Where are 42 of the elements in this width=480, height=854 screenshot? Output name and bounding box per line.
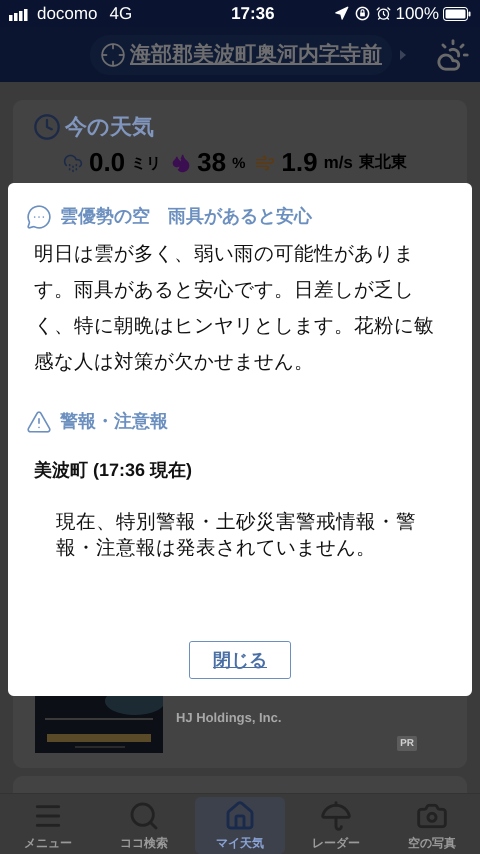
rain-unit: ミリ bbox=[131, 154, 162, 174]
warnings-message: 現在、特別警報・土砂災害警戒情報・警報・注意報は発表されていません。 bbox=[56, 510, 417, 561]
card-title: 今の天気 bbox=[65, 113, 154, 141]
search-icon bbox=[128, 800, 160, 832]
tab-item[interactable]: マイ天気 bbox=[195, 797, 285, 854]
wind-direction: 東北東 bbox=[358, 152, 407, 173]
wind-icon bbox=[255, 153, 276, 173]
tab-item[interactable]: メニュー bbox=[3, 797, 93, 854]
umbrella-icon bbox=[320, 800, 352, 832]
network-type: 4G bbox=[109, 2, 132, 25]
home-icon bbox=[224, 800, 256, 832]
clock-icon bbox=[33, 112, 61, 140]
wind-value: 1.9 bbox=[281, 149, 318, 175]
location-arrow-icon bbox=[334, 6, 348, 21]
forecast-comment: 明日は雲が多く、弱い雨の可能性があります。雨具があると安心です。日差しが乏しく、特に朝晩はヒンヤリとします。花粉に敏感な人は対策が欠かせません。 bbox=[33, 242, 435, 375]
tab-item[interactable]: 空の写真 bbox=[387, 797, 477, 854]
crosshair-icon bbox=[100, 42, 126, 68]
carrier-name: docomo bbox=[37, 2, 98, 25]
droplets-icon bbox=[171, 153, 192, 173]
advertiser-name: HJ Holdings, Inc. bbox=[176, 709, 282, 727]
alarm-icon bbox=[376, 6, 390, 21]
clock-time: 17:36 bbox=[230, 2, 275, 25]
tab-item[interactable]: ココ検索 bbox=[99, 797, 189, 854]
location-button[interactable]: 海部郡美波町奥河内字寺前 bbox=[90, 34, 392, 74]
rain-value: 0.0 bbox=[89, 149, 126, 175]
warning-icon bbox=[26, 408, 52, 434]
rain-cloud-icon bbox=[63, 153, 83, 173]
area-label: 美波町 (17:36 現在) bbox=[34, 459, 194, 482]
humidity-value: 38 bbox=[197, 149, 226, 175]
battery-percent: 100% bbox=[396, 2, 439, 25]
speech-bubble-icon bbox=[26, 204, 52, 230]
warnings-title: 警報・注意報 bbox=[60, 410, 168, 433]
humidity-unit: % bbox=[232, 154, 246, 174]
wind-unit: m/s bbox=[324, 152, 353, 174]
tab-item[interactable]: レーダー bbox=[291, 797, 381, 854]
comment-title: 雲優勢の空 雨具があると安心 bbox=[60, 205, 312, 228]
next-arrow-icon bbox=[400, 50, 406, 60]
sponsored-badge: PR bbox=[397, 736, 417, 750]
battery-icon bbox=[442, 6, 471, 20]
close-button[interactable]: 閉じる bbox=[189, 641, 291, 679]
weather-icon bbox=[436, 38, 470, 72]
rotation-lock-icon bbox=[354, 6, 370, 21]
